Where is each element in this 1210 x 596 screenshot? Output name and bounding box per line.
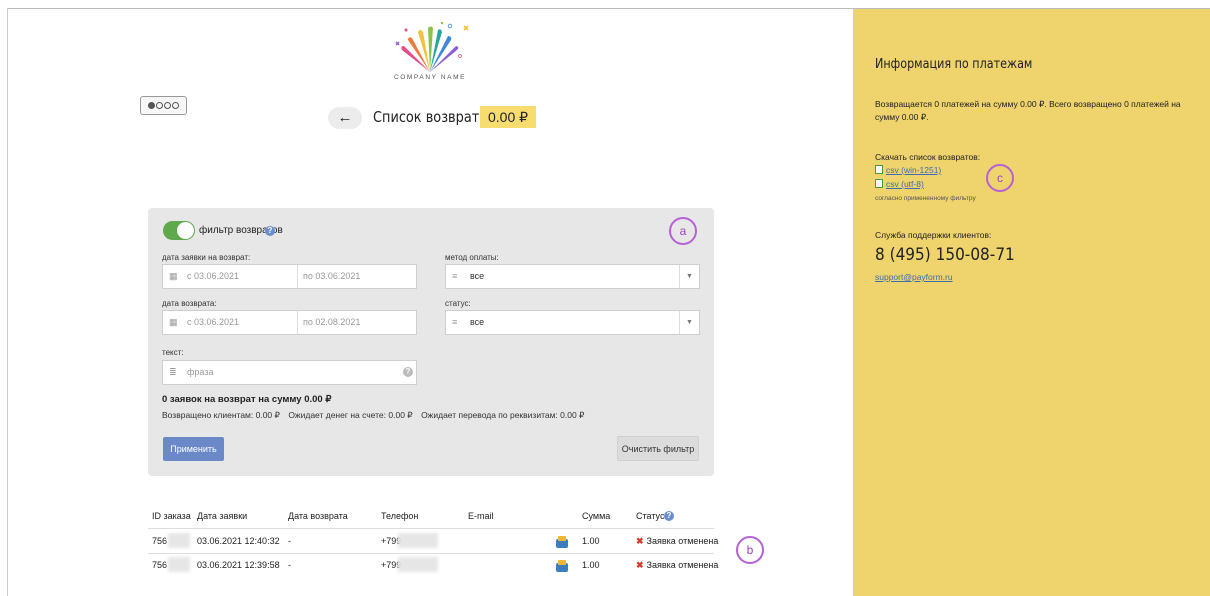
cell-refund-date: - [288, 536, 291, 546]
column-header-request-date[interactable]: Дата заявки [197, 511, 247, 521]
awaiting-funds: Ожидает денег на счете: 0.00 ₽ [288, 410, 413, 420]
status-text: Заявка отменена [646, 560, 719, 570]
dot-icon [156, 102, 163, 109]
frame-left-border [7, 8, 8, 596]
dot-icon [148, 102, 155, 109]
payment-method-label: метод оплаты: [445, 253, 499, 262]
column-header-order-id[interactable]: ID заказа [152, 511, 191, 521]
dot-icon [164, 102, 171, 109]
column-header-refund-date[interactable]: Дата возврата [288, 511, 348, 521]
cell-status: ✖ Заявка отменена [636, 536, 718, 547]
help-icon[interactable]: ? [403, 367, 413, 377]
cell-order-id: 756 [152, 560, 168, 570]
text-placeholder: фраза [187, 367, 214, 377]
text-icon: ≣ [169, 367, 177, 377]
refund-date-label: дата возврата: [162, 299, 217, 308]
status-value: все [470, 317, 485, 327]
cancel-icon: ✖ [636, 560, 644, 570]
page-title: Список возвратов [373, 108, 495, 126]
download-csv-win-link[interactable]: csv (win-1251) [875, 165, 941, 175]
status-select[interactable]: ≡ все ▼ [445, 310, 700, 335]
annotation-a: a [669, 217, 697, 245]
range-divider [297, 311, 298, 334]
help-icon[interactable]: ? [664, 511, 674, 521]
list-icon: ≡ [452, 271, 458, 281]
request-date-label: дата заявки на возврат: [162, 253, 251, 262]
card-payment-icon [556, 560, 568, 572]
refund-date-from[interactable]: с 03.06.2021 [187, 311, 239, 334]
payment-method-value: все [470, 271, 485, 281]
support-email-link[interactable]: support@payform.ru [875, 272, 953, 282]
redacted-block [398, 533, 438, 548]
total-amount-badge: 0.00 ₽ [480, 106, 537, 128]
status-text: Заявка отменена [646, 536, 719, 546]
download-label: Скачать список возвратов: [875, 152, 981, 162]
csv-utf-text[interactable]: csv (utf-8) [886, 179, 924, 189]
cell-request-date: 03.06.2021 12:39:58 [197, 560, 280, 570]
calendar-icon: ▦ [169, 317, 178, 327]
range-divider [297, 265, 298, 288]
annotation-c: c [986, 164, 1014, 192]
cell-amount: 1.00 [582, 560, 600, 570]
status-label: статус: [445, 299, 471, 308]
returned-to-clients: Возвращено клиентам: 0.00 ₽ [162, 410, 280, 420]
csv-file-icon [875, 179, 883, 188]
info-title: Информация по платежам [875, 57, 1033, 72]
cancel-icon: ✖ [636, 536, 644, 546]
request-date-range-input[interactable]: ▦ с 03.06.2021 по 03.06.2021 [162, 264, 417, 289]
requests-summary: 0 заявок на возврат на сумму 0.00 ₽ [162, 394, 332, 405]
request-date-to[interactable]: по 03.06.2021 [303, 265, 360, 288]
download-csv-utf-link[interactable]: csv (utf-8) [875, 179, 924, 189]
info-summary: Возвращается 0 платежей на сумму 0.00 ₽.… [875, 99, 1181, 122]
refund-date-to[interactable]: по 02.08.2021 [303, 311, 360, 334]
filter-note: согласно примененному фильтру [875, 195, 976, 202]
redacted-block [168, 533, 190, 548]
apply-button[interactable]: Применить [163, 437, 224, 461]
refund-date-range-input[interactable]: ▦ с 03.06.2021 по 02.08.2021 [162, 310, 417, 335]
cell-order-id: 756 [152, 536, 168, 546]
chevron-down-icon[interactable]: ▼ [679, 265, 699, 288]
list-icon: ≡ [452, 317, 458, 327]
company-name-text: COMPANY NAME [393, 74, 467, 81]
filter-toggle[interactable] [163, 221, 195, 240]
column-header-email[interactable]: E-mail [468, 511, 494, 521]
calendar-icon: ▦ [169, 271, 178, 281]
dot-icon [172, 102, 179, 109]
column-header-amount[interactable]: Сумма [582, 511, 610, 521]
column-header-status[interactable]: Статус [636, 511, 664, 521]
card-payment-icon [556, 536, 568, 548]
clear-filter-button[interactable]: Очистить фильтр [617, 436, 699, 461]
redacted-block [398, 557, 438, 572]
redacted-block [168, 557, 190, 572]
request-date-from[interactable]: с 03.06.2021 [187, 265, 239, 288]
table-divider [148, 553, 714, 554]
cell-status: ✖ Заявка отменена [636, 560, 718, 571]
back-button[interactable]: ← [328, 107, 362, 129]
awaiting-transfer: Ожидает перевода по реквизитам: 0.00 ₽ [421, 410, 585, 420]
help-icon[interactable]: ? [265, 226, 275, 236]
cell-refund-date: - [288, 560, 291, 570]
cell-amount: 1.00 [582, 536, 600, 546]
amounts-summary: Возвращено клиентам: 0.00 ₽ Ожидает дене… [162, 410, 590, 421]
annotation-b: b [736, 536, 764, 564]
csv-win-text[interactable]: csv (win-1251) [886, 165, 941, 175]
support-phone[interactable]: 8 (495) 150-08-71 [875, 245, 1015, 265]
support-label: Служба поддержки клиентов: [875, 230, 992, 240]
cell-request-date: 03.06.2021 12:40:32 [197, 536, 280, 546]
company-logo: COMPANY NAME [380, 20, 480, 86]
payment-method-select[interactable]: ≡ все ▼ [445, 264, 700, 289]
logo-fan-icon [395, 21, 469, 72]
column-header-phone[interactable]: Телефон [381, 511, 418, 521]
text-search-input[interactable]: ≣ фраза ? [162, 360, 417, 385]
text-label: текст: [162, 348, 184, 357]
csv-file-icon [875, 165, 883, 174]
chevron-down-icon[interactable]: ▼ [679, 311, 699, 334]
menu-toggle-button[interactable] [140, 96, 187, 115]
table-divider [148, 528, 714, 529]
